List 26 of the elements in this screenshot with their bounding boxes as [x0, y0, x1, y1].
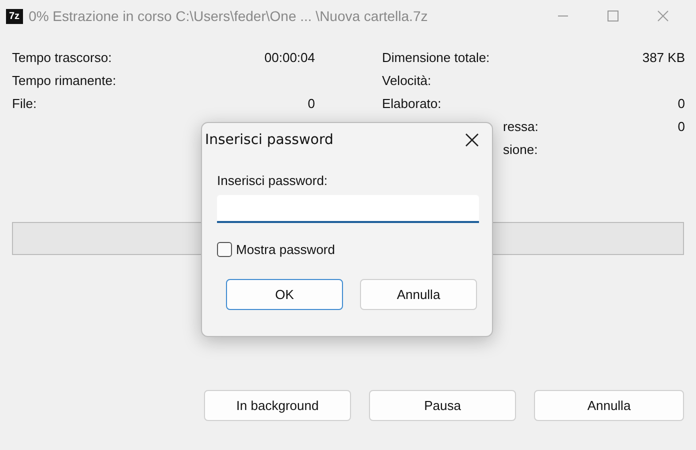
dialog-button[interactable]: OK: [226, 279, 343, 310]
stat-value: 387 KB: [642, 50, 685, 67]
window-title: 0% Estrazione in corso C:\Users\feder\One ... \Nuova cartella.7z: [28, 8, 428, 24]
stat-label: Tempo trascorso:: [12, 50, 112, 67]
stat-label: ressa:: [503, 119, 538, 136]
action-button[interactable]: Annulla: [534, 390, 684, 421]
action-button[interactable]: In background: [204, 390, 351, 421]
stat-label: Dimensione totale:: [382, 50, 490, 67]
dialog-title: Inserisci password: [205, 132, 334, 148]
checkbox[interactable]: [217, 242, 232, 257]
action-button[interactable]: Pausa: [369, 390, 516, 421]
password-field[interactable]: [217, 195, 479, 223]
stat-label: sione:: [503, 142, 538, 159]
close-icon[interactable]: [465, 133, 479, 147]
stat-label: Velocità:: [382, 73, 432, 90]
stat-label: File:: [12, 96, 37, 113]
stat-label: Tempo rimanente:: [12, 73, 116, 90]
field-label: Inserisci password:: [217, 173, 329, 188]
stat-label: Elaborato:: [382, 96, 442, 113]
stat-value: 0: [308, 96, 315, 113]
stat-value: 00:00:04: [264, 50, 315, 67]
stat-value: 0: [678, 119, 685, 136]
app-icon: 7z: [6, 8, 23, 24]
checkbox-label: Mostra password: [236, 242, 335, 257]
dialog-button[interactable]: Annulla: [360, 279, 477, 310]
stat-value: 0: [678, 96, 685, 113]
